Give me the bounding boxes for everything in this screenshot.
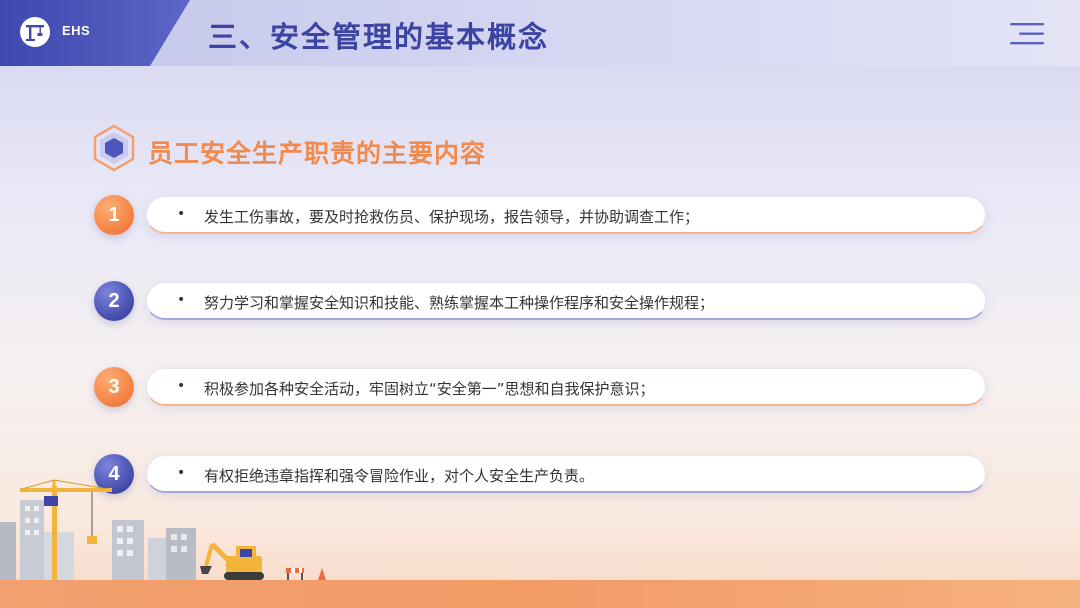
- bullet: •: [177, 378, 186, 394]
- item-text: 发生工伤事故，要及时抢救伤员、保护现场，报告领导，并协助调查工作；: [204, 208, 700, 226]
- item-text: 努力学习和掌握安全知识和技能、熟练掌握本工种操作程序和安全操作规程；: [204, 294, 715, 312]
- menu-lines-icon[interactable]: [1010, 22, 1046, 46]
- road-barrier-icon: [286, 568, 326, 580]
- ground-strip: [0, 580, 1080, 608]
- section-title: 员工安全生产职责的主要内容: [148, 139, 487, 168]
- item-number-badge: 3: [94, 367, 134, 407]
- bullet: •: [177, 206, 186, 222]
- construction-illustration: [0, 479, 326, 580]
- item-number-badge: 2: [94, 281, 134, 321]
- list-item: 3 • 积极参加各种安全活动，牢固树立“安全第一”思想和自我保护意识；: [0, 362, 1080, 412]
- crane-logo-icon: [20, 17, 50, 47]
- brand-label: EHS: [62, 23, 91, 38]
- list-item: 2 • 努力学习和掌握安全知识和技能、熟练掌握本工种操作程序和安全操作规程；: [0, 276, 1080, 326]
- page-title: 三、安全管理的基本概念: [208, 20, 550, 54]
- brand-badge: EHS: [0, 0, 190, 66]
- list-item: 1 • 发生工伤事故，要及时抢救伤员、保护现场，报告领导，并协助调查工作；: [0, 190, 1080, 240]
- item-bubble: • 努力学习和掌握安全知识和技能、熟练掌握本工种操作程序和安全操作规程；: [146, 282, 986, 320]
- buildings-icon: [0, 500, 196, 580]
- bullet: •: [177, 292, 186, 308]
- hexagon-icon: [92, 124, 136, 172]
- item-bubble: • 积极参加各种安全活动，牢固树立“安全第一”思想和自我保护意识；: [146, 368, 986, 406]
- excavator-icon: [200, 542, 264, 580]
- item-number-badge: 1: [94, 195, 134, 235]
- item-bubble: • 发生工伤事故，要及时抢救伤员、保护现场，报告领导，并协助调查工作；: [146, 196, 986, 234]
- header-bar: EHS 三、安全管理的基本概念: [0, 0, 1080, 66]
- item-text: 积极参加各种安全活动，牢固树立“安全第一”思想和自我保护意识；: [204, 380, 655, 398]
